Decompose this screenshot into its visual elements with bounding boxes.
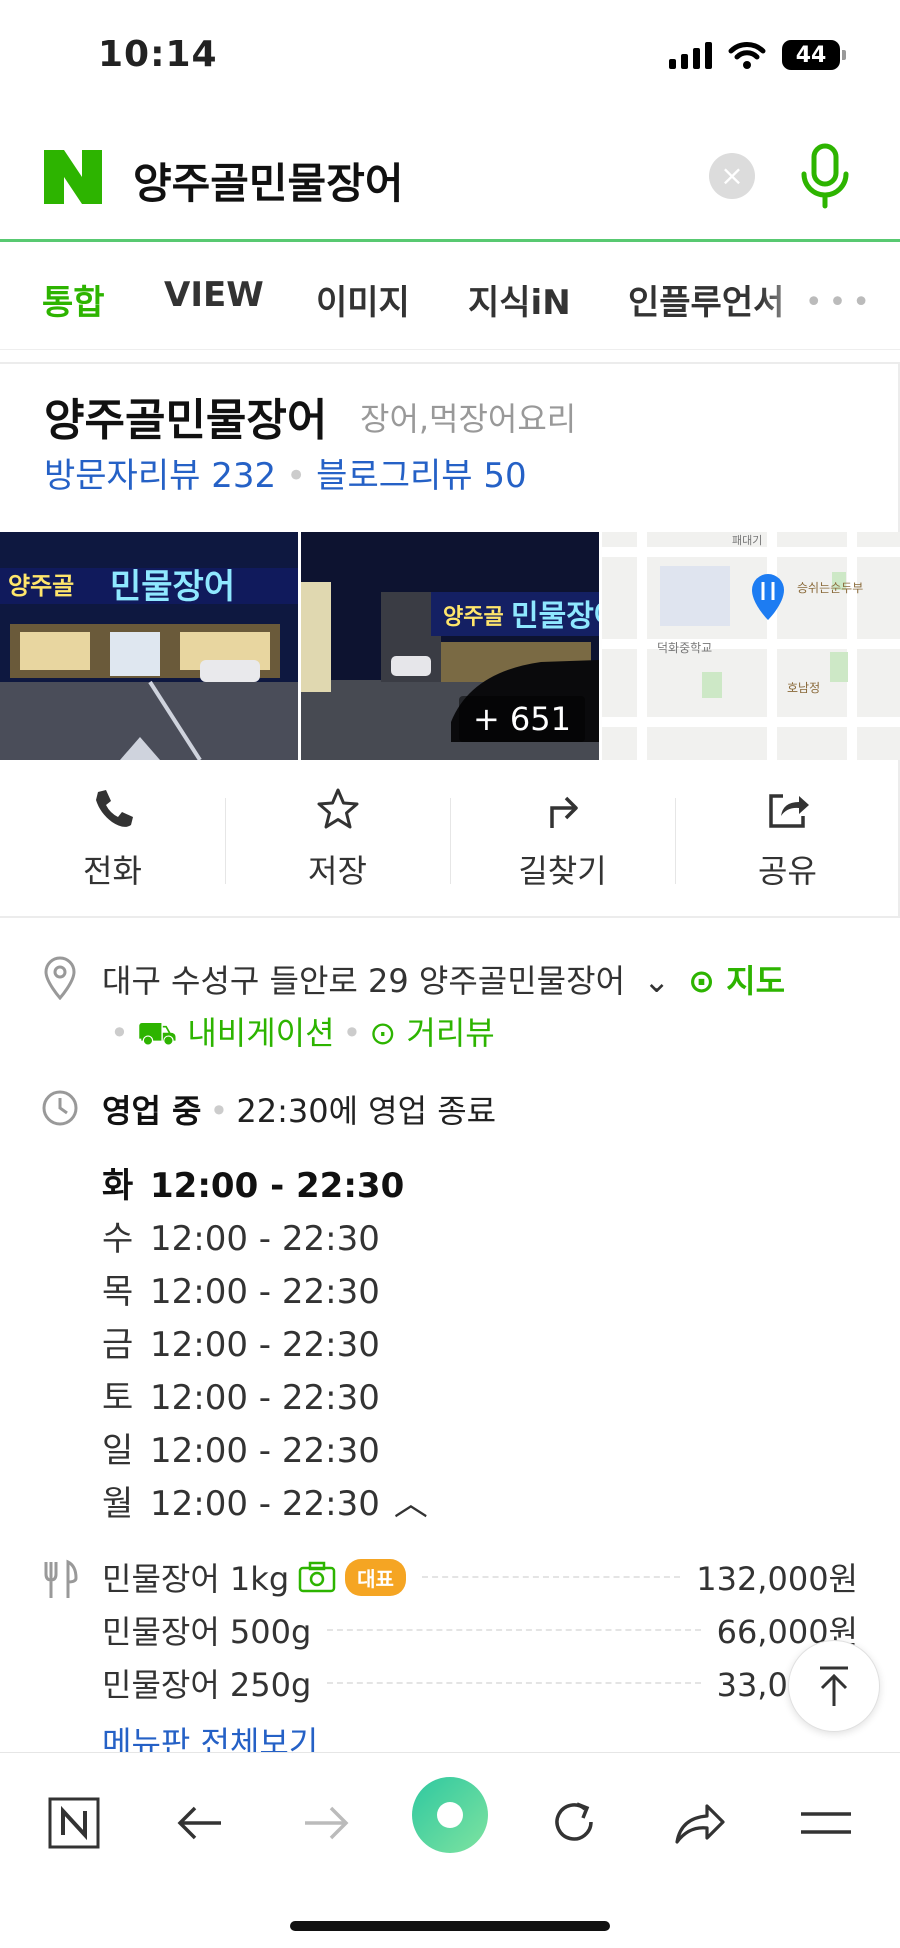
call-button[interactable]: 전화: [0, 760, 225, 918]
place-actions: 전화 저장 길찾기 공유: [0, 760, 900, 918]
photo-sign-text-1: 양주골: [8, 572, 74, 600]
naver-home-icon: [48, 1797, 100, 1849]
phone-icon: [95, 790, 133, 827]
visitor-reviews-link[interactable]: 방문자리뷰 232: [44, 456, 276, 496]
search-input[interactable]: 양주골민물장어: [133, 150, 403, 211]
signature-badge: 대표: [345, 1558, 406, 1596]
clear-search-icon[interactable]: ×: [709, 153, 755, 199]
street-view-icon: ⊙: [369, 1014, 397, 1052]
directions-button[interactable]: 길찾기: [450, 760, 675, 918]
arrow-right-icon: [305, 1806, 349, 1840]
car-icon: ⛟: [136, 1014, 178, 1052]
green-dot-icon: [437, 1802, 463, 1828]
chevron-down-icon[interactable]: ⌄: [643, 962, 670, 1000]
share-button[interactable]: 공유: [675, 760, 900, 918]
back-button[interactable]: [170, 1793, 230, 1853]
blog-reviews-link[interactable]: 블로그리뷰 50: [316, 456, 526, 496]
photo-2[interactable]: 양주골 민물장어 + 651: [301, 532, 599, 760]
navigation-link[interactable]: ⛟ 내비게이션: [137, 1014, 335, 1052]
share-icon: [768, 794, 809, 828]
directions-icon: [549, 796, 578, 828]
hours-row-wed: 수 12:00 - 22:30: [102, 1219, 380, 1259]
refresh-button[interactable]: [544, 1793, 604, 1853]
map-link[interactable]: ⊙ 지도: [688, 962, 785, 1000]
browser-toolbar: [0, 1752, 900, 1948]
more-photos-count[interactable]: + 651: [458, 696, 585, 742]
arrow-up-icon: [820, 1666, 848, 1706]
hours-row-fri: 금 12:00 - 22:30: [102, 1325, 380, 1365]
utensils-icon: [44, 1559, 78, 1598]
map-pin-small-icon: ⊙: [688, 962, 715, 1000]
address-value[interactable]: 대구 수성구 들안로 29 양주골민물장어: [102, 962, 625, 1000]
street-view-link[interactable]: ⊙ 거리뷰: [369, 1014, 494, 1052]
tab-images[interactable]: 이미지: [316, 275, 410, 324]
search-header: 양주골민물장어 ×: [0, 120, 900, 242]
address-section: 대구 수성구 들안로 29 양주골민물장어 ⌄ ⊙ 지도 • ⛟ 내비게이션 • ⊙ …: [0, 956, 900, 1056]
map-label-top: 패대기: [732, 534, 762, 547]
menu-item-250g[interactable]: 민물장어 250g 33,000원: [102, 1658, 858, 1708]
photo-1[interactable]: 양주골 민물장어: [0, 532, 298, 760]
hours-row-mon: 월 12:00 - 22:30 ︿: [102, 1484, 428, 1524]
open-status-text: 영업 중 • 22:30에 영업 종료: [102, 1092, 497, 1130]
close-time-note: 22:30에 영업 종료: [236, 1092, 497, 1130]
share-arrow-icon: [675, 1804, 725, 1844]
clock-icon: [42, 1090, 78, 1126]
photo-sign-text-3: 양주골: [443, 605, 504, 630]
hours-row-tue: 화 12:00 - 22:30: [102, 1166, 405, 1206]
tab-view[interactable]: VIEW: [164, 275, 264, 315]
address-links: • ⛟ 내비게이션 • ⊙ 거리뷰: [110, 1014, 495, 1052]
location-pin-icon: [44, 956, 76, 1000]
microphone-icon[interactable]: [796, 142, 854, 210]
menu-item-1kg[interactable]: 민물장어 1kg 대표 132,000원: [102, 1552, 858, 1602]
place-photos: 양주골 민물장어 양주골 민물장어: [0, 532, 900, 760]
home-indicator: [290, 1921, 610, 1931]
business-status: 영업 중 • 22:30에 영업 종료: [0, 1086, 900, 1146]
share-page-button[interactable]: [670, 1793, 730, 1853]
map-thumbnail[interactable]: 패대기 덕화중학교 승쉬는순두부 호남정: [602, 532, 900, 760]
hours-row-sat: 토 12:00 - 22:30: [102, 1378, 380, 1418]
star-icon: [317, 788, 358, 829]
naver-home-button[interactable]: [44, 1793, 104, 1853]
hamburger-icon: [801, 1812, 851, 1834]
status-icons: 44: [669, 40, 846, 70]
place-name[interactable]: 양주골민물장어: [44, 384, 327, 448]
camera-icon: [298, 1561, 336, 1593]
chevron-up-icon[interactable]: ︿: [394, 1484, 428, 1524]
arrow-left-icon: [177, 1806, 221, 1840]
photo-sign-text-4: 민물장어: [511, 599, 599, 634]
menu-item-500g[interactable]: 민물장어 500g 66,000원: [102, 1605, 858, 1655]
hours-row-sun: 일 12:00 - 22:30: [102, 1431, 380, 1471]
more-tabs-icon[interactable]: •••: [805, 285, 876, 320]
green-dot-button[interactable]: [412, 1777, 488, 1853]
naver-logo-icon[interactable]: [44, 150, 102, 204]
map-label-shop1: 승쉬는순두부: [797, 581, 863, 595]
place-category: 장어,먹장어요리: [360, 400, 577, 438]
review-links: 방문자리뷰 232 • 블로그리뷰 50: [44, 456, 527, 496]
tab-knowledge-in[interactable]: 지식iN: [468, 275, 571, 324]
refresh-icon: [555, 1802, 593, 1841]
address-text: 대구 수성구 들안로 29 양주골민물장어 ⌄ ⊙ 지도: [102, 956, 785, 1002]
save-button[interactable]: 저장: [225, 760, 450, 918]
map-label-shop2: 호남정: [787, 681, 820, 695]
signal-icon: [669, 41, 712, 69]
status-bar: 10:14 44: [0, 0, 900, 120]
tab-integrated[interactable]: 통합: [42, 275, 105, 324]
open-status: 영업 중: [102, 1092, 202, 1130]
place-card: 양주골민물장어 장어,먹장어요리 방문자리뷰 232 • 블로그리뷰 50 양주골 …: [0, 362, 900, 918]
menu-price: 132,000원: [696, 1560, 858, 1598]
menu-button[interactable]: [796, 1793, 856, 1853]
hours-row-thu: 목 12:00 - 22:30: [102, 1272, 380, 1312]
map-label-school: 덕화중학교: [657, 641, 712, 655]
scroll-to-top-button[interactable]: [788, 1640, 880, 1732]
forward-button[interactable]: [296, 1793, 356, 1853]
search-tabs: 통합 VIEW 이미지 지식iN 인플루언서 •••: [0, 245, 900, 350]
status-time: 10:14: [98, 34, 218, 75]
photo-sign-text-2: 민물장어: [110, 567, 235, 607]
wifi-icon: [728, 42, 766, 69]
battery-icon: 44: [782, 40, 846, 70]
